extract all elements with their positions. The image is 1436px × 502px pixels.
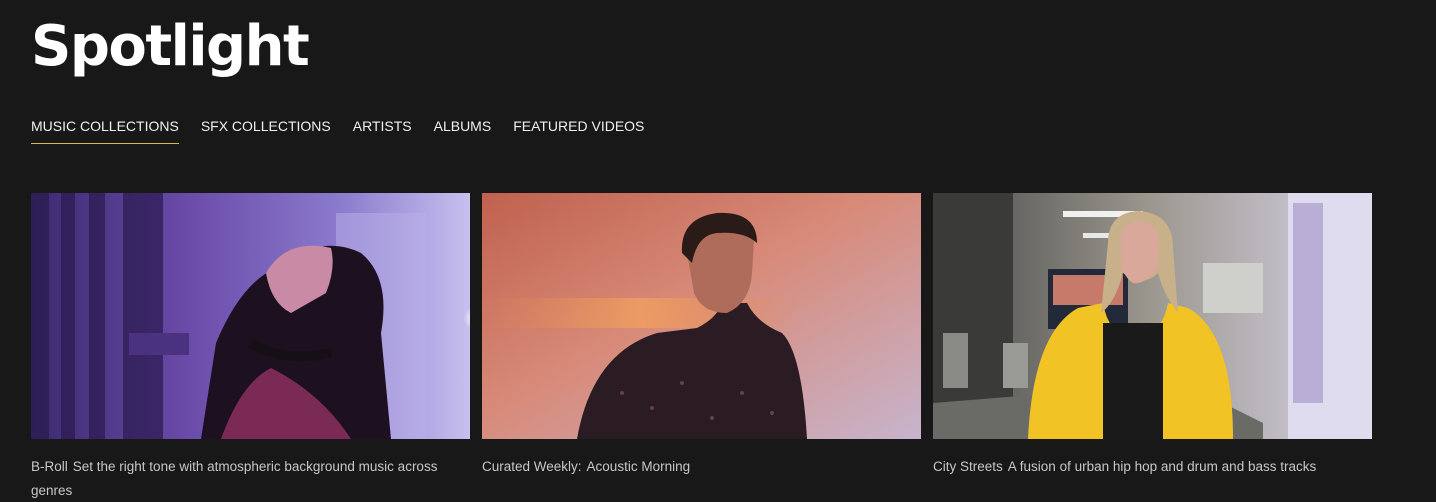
spotlight-tabs: MUSIC COLLECTIONS SFX COLLECTIONS ARTIST… — [31, 118, 666, 144]
tab-artists[interactable]: ARTISTS — [353, 118, 412, 144]
collection-caption: Curated Weekly: Acoustic Morning — [482, 455, 921, 479]
collection-card-b-roll[interactable]: B-Roll Set the right tone with atmospheri… — [31, 193, 470, 502]
collection-image-city-streets[interactable] — [933, 193, 1372, 439]
collection-card-city-streets[interactable]: City Streets A fusion of urban hip hop an… — [933, 193, 1372, 502]
collection-cards: B-Roll Set the right tone with atmospheri… — [31, 193, 1372, 502]
collection-name: Curated Weekly: — [482, 459, 582, 474]
spotlight-page: Spotlight MUSIC COLLECTIONS SFX COLLECTI… — [0, 0, 1436, 502]
tab-albums[interactable]: ALBUMS — [434, 118, 492, 144]
collection-name: City Streets — [933, 459, 1003, 474]
collection-image-b-roll[interactable] — [31, 193, 470, 439]
tab-music-collections[interactable]: MUSIC COLLECTIONS — [31, 118, 179, 144]
collection-description: A fusion of urban hip hop and drum and b… — [1007, 459, 1317, 474]
tab-sfx-collections[interactable]: SFX COLLECTIONS — [201, 118, 331, 144]
collection-caption: City Streets A fusion of urban hip hop an… — [933, 455, 1372, 479]
collection-caption: B-Roll Set the right tone with atmospheri… — [31, 455, 470, 502]
page-title: Spotlight — [31, 14, 310, 79]
collection-card-curated-weekly[interactable]: Curated Weekly: Acoustic Morning — [482, 193, 921, 502]
collection-description: Set the right tone with atmospheric back… — [31, 459, 438, 498]
collection-name: B-Roll — [31, 459, 68, 474]
tab-featured-videos[interactable]: FEATURED VIDEOS — [513, 118, 644, 144]
collection-description: Acoustic Morning — [586, 459, 691, 474]
collection-image-curated-weekly[interactable] — [482, 193, 921, 439]
